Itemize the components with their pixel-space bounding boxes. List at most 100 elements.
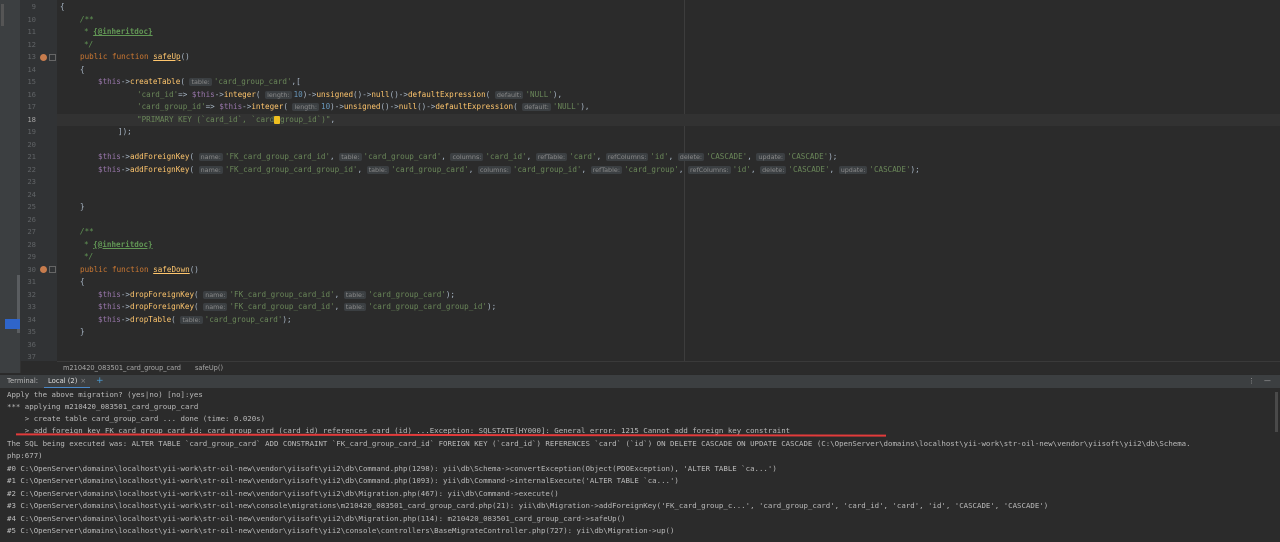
method-name[interactable]: safeDown	[153, 265, 190, 274]
fold-icon[interactable]	[49, 266, 56, 273]
terminal-line: The SQL being executed was: ALTER TABLE …	[7, 439, 1191, 448]
param-hint: table:	[343, 303, 367, 311]
tab-local-2[interactable]: Local (2) ×	[44, 375, 91, 389]
number: 10	[293, 89, 303, 99]
operator: =>	[205, 102, 220, 111]
string: 'card_group_card'	[204, 314, 283, 324]
function-call: unsigned	[316, 89, 354, 99]
string: 'NULL'	[552, 102, 581, 111]
add-tab-icon[interactable]: +	[96, 375, 104, 388]
param-hint: name:	[198, 165, 223, 174]
function-call: null	[371, 89, 390, 99]
keyword: public function	[80, 52, 149, 61]
line-number: 11	[27, 27, 36, 36]
terminal-line: #4 C:\OpenServer\domains\localhost\yii-w…	[7, 514, 626, 523]
string: 'FK_card_group_card_group_id'	[224, 164, 358, 174]
terminal-scrollbar[interactable]	[1275, 392, 1278, 432]
string: 'id'	[732, 164, 751, 174]
selection-marker	[5, 319, 20, 329]
function-call: integer	[223, 89, 256, 99]
doc-tag: {@inheritdoc}	[93, 239, 153, 249]
parens: ()	[189, 264, 199, 274]
param-hint: length:	[265, 90, 292, 99]
code-editor[interactable]: { /** * {@inheritdoc} */ public function…	[57, 0, 1280, 361]
param-hint: default:	[494, 90, 524, 99]
code-line: $this->dropForeignKey( name: 'FK_card_gro…	[98, 289, 456, 299]
variable: $this	[98, 77, 121, 86]
line-number: 34	[27, 314, 36, 324]
param-hint: refColumns:	[688, 165, 731, 174]
line-number: 15	[27, 77, 36, 86]
line-number: 9	[31, 2, 36, 11]
line-number: 27	[27, 227, 36, 236]
string: "PRIMARY KEY (`card_id`, `card	[137, 114, 275, 124]
terminal-line: #5 C:\OpenServer\domains\localhost\yii-w…	[7, 526, 675, 535]
doc-comment: *	[84, 239, 89, 249]
current-code-line[interactable]: "PRIMARY KEY (`card_id`, `card group_id`)…	[57, 113, 1280, 126]
fold-icon[interactable]	[49, 54, 56, 61]
function-call: unsigned	[343, 102, 381, 111]
line-number: 22	[27, 164, 36, 174]
string: 'card_group_card'	[390, 164, 469, 174]
code-line: {	[80, 276, 85, 289]
doc-comment: /**	[80, 14, 94, 24]
string: 'CASCADE'	[788, 164, 830, 174]
param-hint: name:	[203, 290, 228, 299]
function-call: defaultExpression	[407, 89, 486, 99]
terminal-title: Terminal:	[7, 377, 39, 385]
function-call: addForeignKey	[130, 152, 190, 161]
code-line: /**	[80, 14, 94, 27]
code-line: }	[80, 201, 85, 214]
function-call: addForeignKey	[130, 164, 190, 174]
close-icon[interactable]: ×	[80, 377, 86, 385]
string: 'NULL'	[525, 89, 553, 99]
function-call: null	[398, 102, 418, 111]
punct: ]);	[118, 127, 132, 136]
code-line: {	[60, 1, 65, 14]
param-hint: name:	[203, 303, 228, 311]
function-call: dropForeignKey	[130, 302, 195, 311]
param-hint: length:	[292, 103, 320, 111]
project-tool-strip	[0, 0, 21, 373]
param-hint: columns:	[450, 153, 484, 161]
code-line: $this->addForeignKey( name: 'FK_card_grou…	[98, 152, 838, 161]
terminal-line: #2 C:\OpenServer\domains\localhost\yii-w…	[7, 489, 559, 498]
keyword: public function	[80, 264, 149, 274]
code-line: 'card_id'=> $this->integer( length: 10)->…	[137, 89, 563, 99]
code-line: * {@inheritdoc}	[84, 239, 153, 252]
minimize-icon[interactable]: —	[1264, 375, 1271, 388]
more-options-icon[interactable]: ⋮	[1248, 375, 1255, 388]
side-tool-tab[interactable]	[1, 4, 4, 26]
operator: ->	[120, 77, 131, 86]
string: 'card_id'	[485, 152, 527, 161]
code-line: $this->dropForeignKey( name: 'FK_card_gro…	[98, 302, 497, 311]
line-number: 12	[27, 39, 36, 49]
doc-tag: {@inheritdoc}	[93, 27, 153, 36]
implements-method-icon[interactable]	[40, 266, 47, 273]
param-hint: table:	[343, 290, 367, 299]
method-name[interactable]: safeUp	[153, 52, 180, 61]
breadcrumb-class[interactable]: m210420_083501_card_group_card	[63, 364, 181, 372]
line-number: 33	[27, 302, 36, 311]
code-line: */	[84, 39, 93, 52]
string: 'card_group_card'	[363, 152, 442, 161]
right-margin-guide	[684, 0, 685, 361]
string: 'id'	[650, 152, 669, 161]
line-number: 30	[27, 264, 36, 274]
implements-method-icon[interactable]	[40, 54, 47, 61]
string: 'CASCADE'	[869, 164, 911, 174]
code-line: * {@inheritdoc}	[84, 26, 153, 39]
code-line: $this->addForeignKey( name: 'FK_card_grou…	[98, 164, 920, 174]
param-hint: table:	[366, 165, 389, 174]
param-hint: refTable:	[535, 153, 568, 161]
param-hint: table:	[180, 315, 203, 324]
string: 'FK_card_group_card_id'	[224, 152, 331, 161]
brace: {	[60, 2, 65, 11]
code-line: public function safeDown()	[80, 264, 199, 277]
brace: }	[80, 202, 85, 211]
line-number: 14	[27, 64, 36, 74]
current-line-number: 18	[27, 114, 36, 124]
terminal-output[interactable]: Apply the above migration? (yes|no) [no]…	[0, 388, 1280, 542]
breadcrumb-method[interactable]: safeUp()	[195, 364, 223, 372]
function-call: defaultExpression	[435, 102, 514, 111]
